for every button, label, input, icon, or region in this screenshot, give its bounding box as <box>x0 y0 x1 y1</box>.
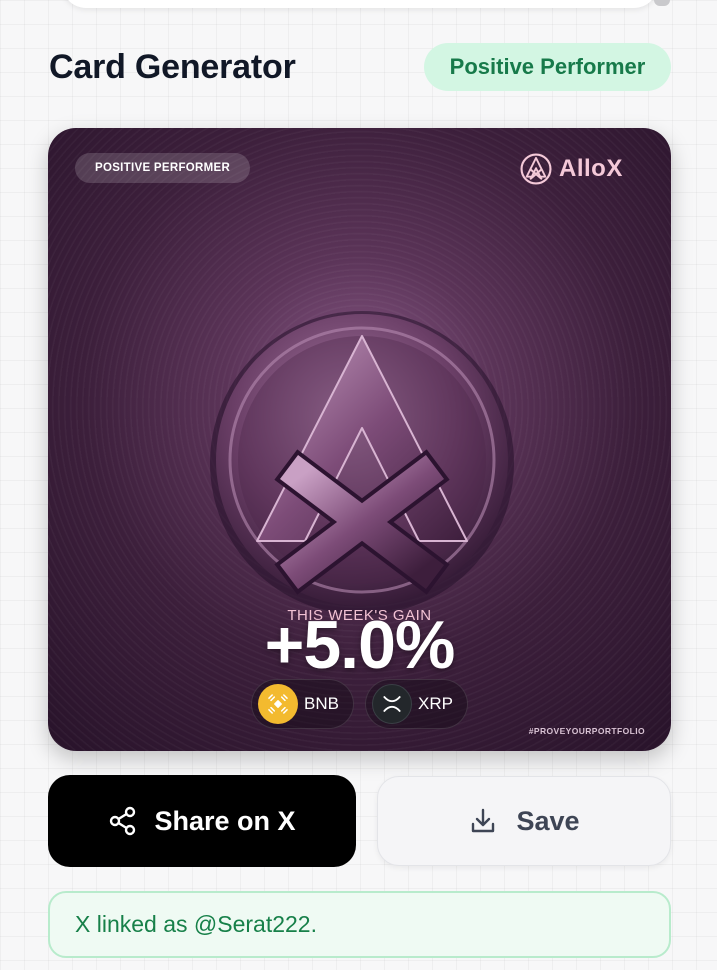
save-button[interactable]: Save <box>377 776 671 866</box>
save-button-label: Save <box>516 805 580 836</box>
share-on-x-button[interactable]: Share on X <box>48 775 356 867</box>
coin-chip-xrp: XRP <box>365 679 468 729</box>
status-message: X linked as @Serat222. <box>48 891 671 958</box>
allox-emblem-icon <box>210 311 514 615</box>
top-input-field[interactable] <box>62 0 658 8</box>
gain-value: +5.0% <box>264 607 456 683</box>
status-badge: Positive Performer <box>424 43 671 91</box>
brand-name: AlloX <box>559 155 623 182</box>
scrollbar-thumb[interactable] <box>654 0 670 6</box>
download-icon <box>472 808 495 833</box>
brand-logo: AlloX <box>519 152 623 186</box>
xrp-icon <box>372 684 412 724</box>
share-icon <box>110 806 136 836</box>
bnb-icon <box>258 684 299 724</box>
coin-chip-bnb: BNB <box>251 679 354 729</box>
page-title: Card Generator <box>49 48 296 86</box>
share-button-label: Share on X <box>154 805 296 836</box>
coin-list: BNB XRP <box>48 679 671 729</box>
card-badge: POSITIVE PERFORMER <box>75 153 251 183</box>
coin-symbol: BNB <box>304 694 339 713</box>
allox-logo-icon <box>520 153 552 185</box>
card-hashtag: #PROVEYOURPORTFOLIO <box>528 726 645 736</box>
performance-card: POSITIVE PERFORMER AlloX THIS WEEK'S GAI… <box>48 128 671 751</box>
coin-symbol: XRP <box>418 694 453 713</box>
